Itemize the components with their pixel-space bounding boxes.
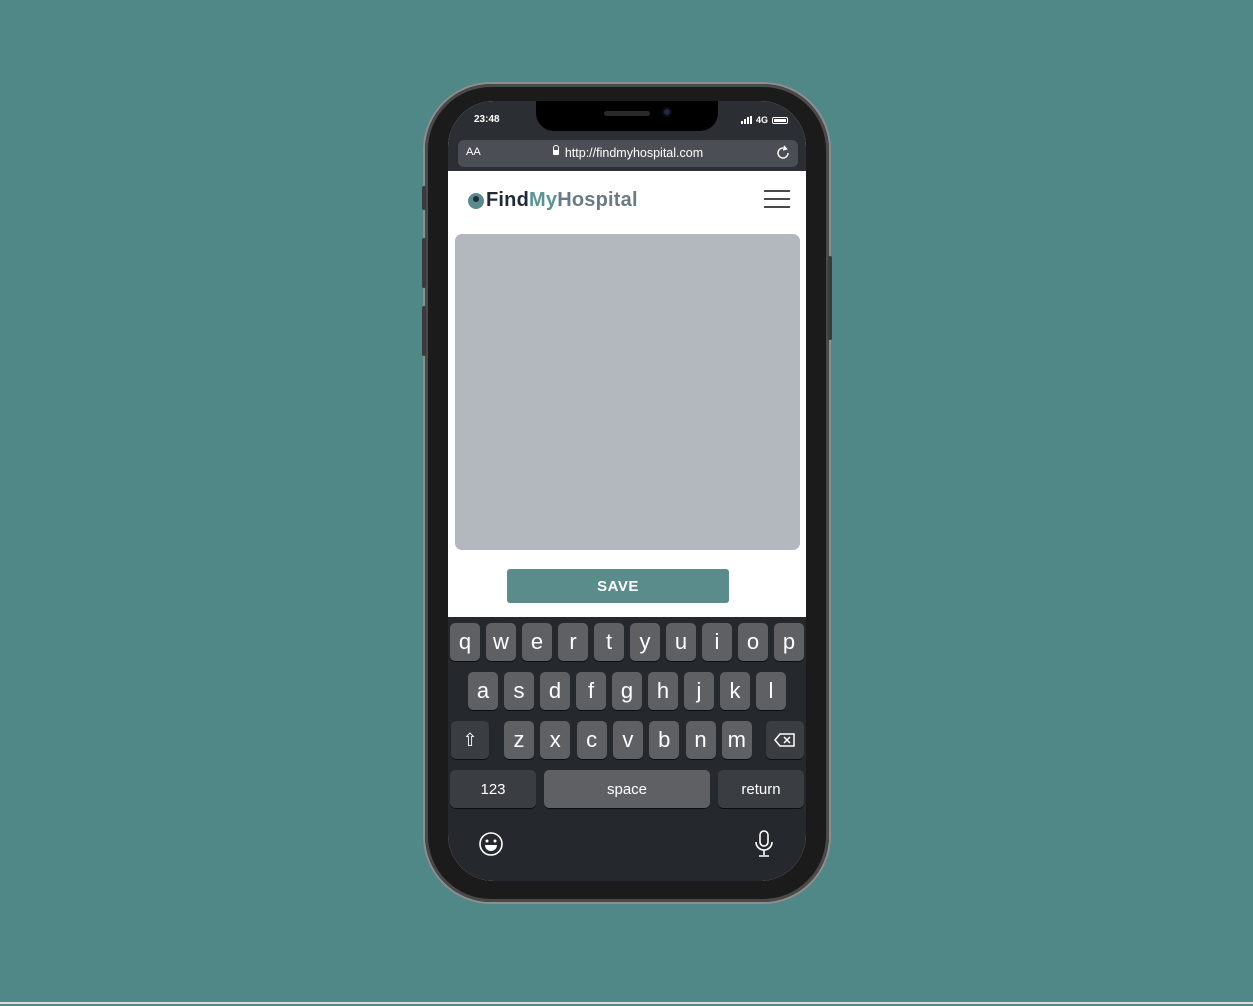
key-g[interactable]: g: [612, 672, 642, 710]
key-l[interactable]: l: [756, 672, 786, 710]
key-z[interactable]: z: [504, 721, 534, 759]
power-button: [828, 256, 832, 340]
key-i[interactable]: i: [702, 623, 732, 661]
signal-icon: [740, 116, 752, 124]
backspace-key[interactable]: [766, 721, 804, 759]
key-j[interactable]: j: [684, 672, 714, 710]
key-d[interactable]: d: [540, 672, 570, 710]
phone-screen: 23:48 4G AA http://findmyhospital.com Fi…: [448, 101, 806, 881]
key-x[interactable]: x: [540, 721, 571, 759]
lock-icon: [552, 145, 559, 156]
key-s[interactable]: s: [504, 672, 534, 710]
key-c[interactable]: c: [576, 721, 607, 759]
brand-find: Find: [486, 189, 530, 211]
key-v[interactable]: v: [612, 721, 643, 759]
on-screen-keyboard: ⇧ 123 space return qwertyuiop asdfghjkl zx…: [448, 617, 806, 881]
key-m[interactable]: m: [721, 721, 752, 759]
status-time: 23:48: [474, 114, 500, 125]
battery-icon: [772, 116, 788, 124]
emoji-icon[interactable]: [478, 831, 504, 857]
camera: [662, 107, 672, 117]
speaker: [604, 111, 650, 116]
text-area[interactable]: [455, 234, 800, 550]
silent-switch: [422, 186, 426, 210]
key-u[interactable]: u: [666, 623, 696, 661]
key-a[interactable]: a: [468, 672, 498, 710]
status-indicators: 4G: [740, 115, 788, 125]
microphone-icon[interactable]: [753, 829, 775, 859]
backspace-icon: [774, 733, 795, 747]
key-y[interactable]: y: [630, 623, 660, 661]
shift-key[interactable]: ⇧: [451, 721, 489, 759]
key-n[interactable]: n: [685, 721, 716, 759]
notch: [536, 101, 718, 131]
key-o[interactable]: o: [738, 623, 768, 661]
key-p[interactable]: p: [774, 623, 804, 661]
network-label: 4G: [755, 115, 768, 125]
reload-icon[interactable]: [774, 144, 792, 162]
key-q[interactable]: q: [450, 623, 480, 661]
key-e[interactable]: e: [522, 623, 552, 661]
return-key[interactable]: return: [718, 770, 804, 808]
key-t[interactable]: t: [594, 623, 624, 661]
brand-logo[interactable]: Find My Hospital: [468, 189, 638, 212]
key-h[interactable]: h: [648, 672, 678, 710]
app-header: Find My Hospital: [448, 171, 806, 233]
numbers-key[interactable]: 123: [450, 770, 536, 808]
key-b[interactable]: b: [649, 721, 680, 759]
hamburger-menu-icon[interactable]: [764, 189, 790, 209]
key-f[interactable]: f: [576, 672, 606, 710]
brand-hospital: Hospital: [557, 189, 638, 211]
key-w[interactable]: w: [486, 623, 516, 661]
key-r[interactable]: r: [558, 623, 588, 661]
volume-down-button: [422, 306, 426, 356]
volume-up-button: [422, 238, 426, 288]
brand-my: My: [529, 189, 558, 211]
bottom-divider: [0, 1002, 1253, 1004]
browser-chrome: 23:48 4G AA http://findmyhospital.com: [448, 101, 806, 171]
url-display[interactable]: http://findmyhospital.com: [458, 145, 798, 160]
location-pin-icon: [468, 192, 484, 209]
save-button[interactable]: SAVE: [507, 569, 729, 603]
key-k[interactable]: k: [720, 672, 750, 710]
url-bar[interactable]: AA http://findmyhospital.com: [458, 140, 798, 167]
url-text: http://findmyhospital.com: [564, 146, 704, 160]
space-key[interactable]: space: [544, 770, 710, 808]
